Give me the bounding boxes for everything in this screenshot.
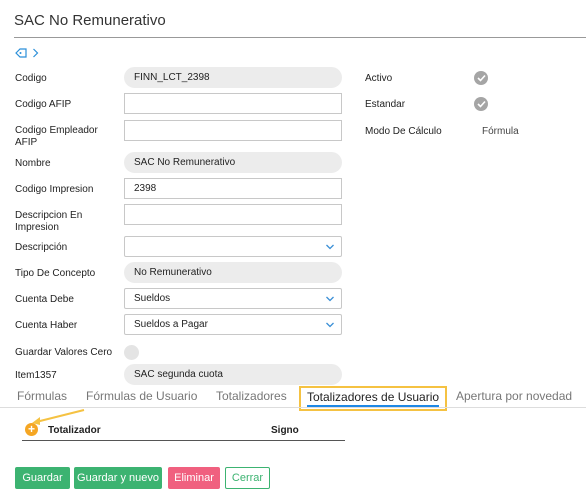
tab-totalizadores[interactable]: Totalizadores [216, 389, 287, 403]
descripcion-select[interactable] [124, 236, 342, 257]
title-divider [14, 37, 586, 38]
codigo-afip-input[interactable] [124, 93, 342, 114]
cuenta-debe-select[interactable]: Sueldos [124, 288, 342, 309]
tipo-concepto-field: No Remunerativo [124, 262, 342, 283]
add-icon[interactable]: + [25, 423, 38, 436]
guardar-nuevo-button[interactable]: Guardar y nuevo [74, 467, 162, 489]
nombre-label: Nombre [15, 158, 51, 169]
codigo-impresion-input[interactable]: 2398 [124, 178, 342, 199]
col-signo: Signo [271, 425, 299, 436]
chevron-down-icon [326, 244, 334, 250]
codigo-empleador-label: Codigo Empleador AFIP [15, 125, 98, 148]
chevron-right-icon[interactable] [32, 48, 39, 58]
col-totalizador: Totalizador [48, 425, 101, 436]
item1357-field: SAC segunda cuota [124, 364, 342, 385]
breadcrumb[interactable] [15, 48, 39, 58]
chevron-down-icon [326, 296, 334, 302]
estandar-label: Estandar [365, 99, 406, 110]
codigo-impresion-label: Codigo Impresion [15, 184, 94, 195]
cuenta-debe-label: Cuenta Debe [15, 294, 74, 305]
codigo-empleador-input[interactable] [124, 120, 342, 141]
chevron-down-icon [326, 322, 334, 328]
cerrar-button[interactable]: Cerrar [225, 467, 270, 489]
activo-label: Activo [365, 73, 393, 84]
tag-icon[interactable] [15, 48, 28, 58]
item1357-label: Item1357 [15, 370, 57, 381]
eliminar-button[interactable]: Eliminar [168, 467, 220, 489]
modo-calculo-label: Modo De Cálculo [365, 126, 442, 137]
descripcion-label: Descripción [15, 242, 68, 253]
estandar-check-icon[interactable] [474, 97, 488, 111]
tipo-concepto-label: Tipo De Concepto [15, 268, 96, 279]
nombre-field: SAC No Remunerativo [124, 152, 342, 173]
page-title: SAC No Remunerativo [14, 12, 166, 29]
tab-formulas-usuario[interactable]: Fórmulas de Usuario [86, 389, 197, 403]
table-divider [22, 440, 345, 441]
codigo-afip-label: Codigo AFIP [15, 99, 72, 110]
descripcion-impresion-label: Descripcion En Impresion [15, 210, 83, 233]
activo-check-icon[interactable] [474, 71, 488, 85]
cuenta-haber-select[interactable]: Sueldos a Pagar [124, 314, 342, 335]
cuenta-haber-label: Cuenta Haber [15, 320, 78, 331]
codigo-field: FINN_LCT_2398 [124, 67, 342, 88]
guardar-valores-cero-label: Guardar Valores Cero [15, 347, 113, 358]
tab-apertura-novedad[interactable]: Apertura por novedad [456, 389, 572, 403]
tab-formulas[interactable]: Fórmulas [17, 389, 67, 403]
annotation-arrow [32, 409, 85, 425]
descripcion-impresion-input[interactable] [124, 204, 342, 225]
modo-calculo-value: Fórmula [482, 126, 519, 137]
guardar-button[interactable]: Guardar [15, 467, 70, 489]
codigo-label: Codigo [15, 73, 47, 84]
guardar-valores-cero-toggle[interactable] [124, 345, 139, 360]
